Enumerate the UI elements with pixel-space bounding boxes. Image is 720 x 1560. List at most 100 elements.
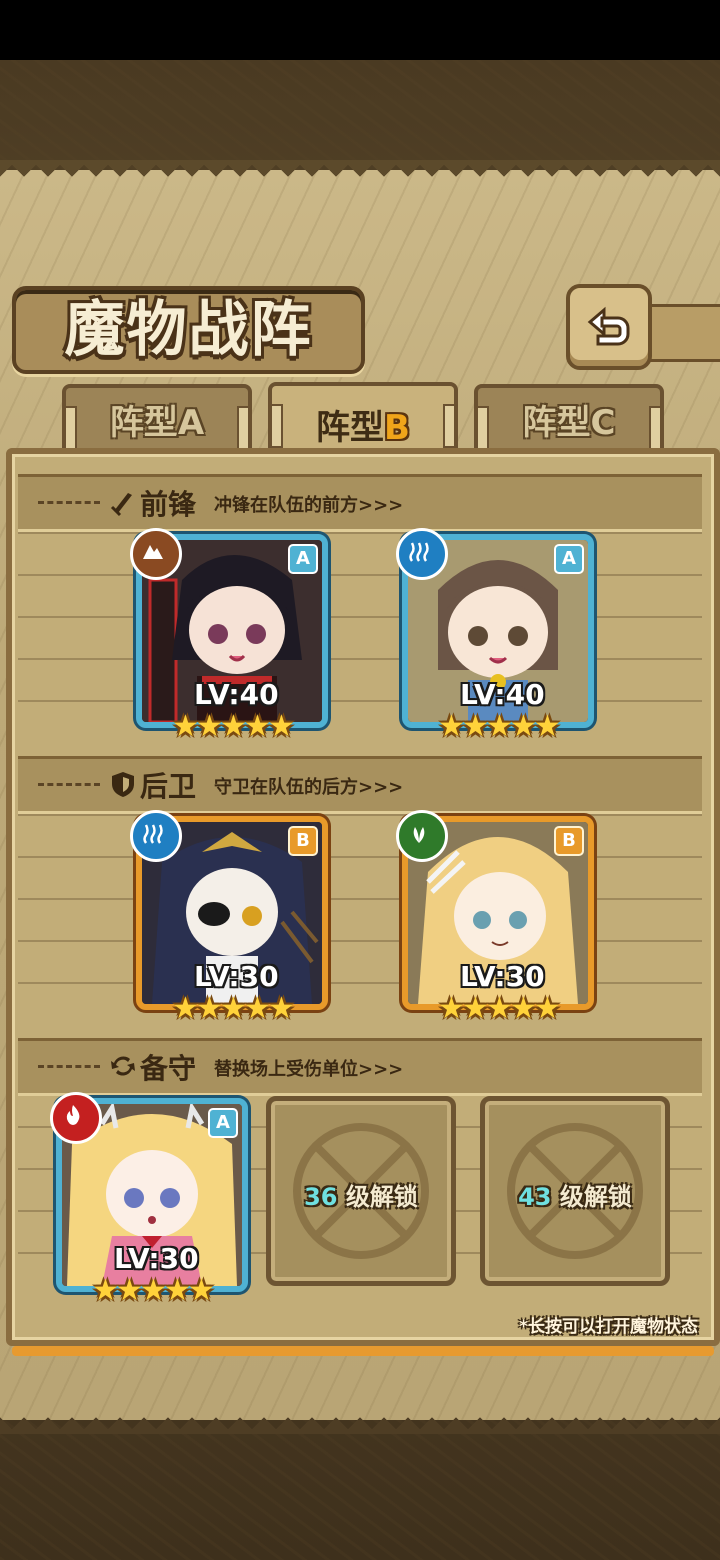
swap-icon: [111, 1056, 135, 1076]
star-icon: ★: [196, 709, 223, 744]
fire-icon: [66, 1105, 80, 1125]
tab-label-text: 阵型: [522, 403, 591, 443]
water-icon: [409, 542, 429, 562]
tab-label-text: 阵型: [109, 403, 178, 443]
locked-slot-1[interactable]: 36 级解锁: [266, 1096, 456, 1286]
section-reserve-header: 备守 替换场上受伤单位>>>: [18, 1038, 702, 1096]
star-rating: ★ ★ ★ ★ ★: [172, 709, 295, 746]
tab-letter: B: [384, 408, 410, 448]
unit-card-front-1[interactable]: A LV:40 ★ ★ ★ ★ ★: [130, 528, 328, 742]
star-icon: ★: [196, 991, 223, 1026]
star-icon: ★: [268, 991, 295, 1026]
star-icon: ★: [268, 709, 295, 744]
rank-badge: B: [554, 826, 584, 856]
unlock-level: 43: [518, 1183, 552, 1211]
locked-slot-2[interactable]: 43 级解锁: [480, 1096, 670, 1286]
unlock-requirement: 36 级解锁: [271, 1177, 451, 1212]
section-title: 备守: [140, 1052, 197, 1085]
unlock-label: 级解锁: [345, 1183, 418, 1211]
divider: [38, 501, 100, 504]
water-element-badge: [396, 528, 448, 580]
unit-level: LV:40: [194, 678, 279, 711]
tab-post: [443, 404, 456, 448]
star-icon: ★: [116, 1273, 143, 1308]
rank-badge: B: [288, 826, 318, 856]
star-icon: ★: [140, 1273, 167, 1308]
title-plate: 魔物战阵: [12, 286, 365, 374]
tab-letter: A: [177, 403, 205, 443]
unit-card-reserve-1[interactable]: A LV:30 ★ ★ ★ ★ ★: [50, 1092, 248, 1306]
water-element-badge: [130, 810, 182, 862]
rank-badge: A: [554, 544, 584, 574]
star-rating: ★ ★ ★ ★ ★: [92, 1273, 215, 1310]
star-icon: ★: [188, 1273, 215, 1308]
page-title: 魔物战阵: [64, 295, 313, 365]
shield-icon: [112, 772, 134, 797]
earth-icon: [143, 545, 163, 559]
unit-level: LV:30: [460, 960, 545, 993]
section-desc: 替换场上受伤单位>>>: [214, 1059, 404, 1080]
wind-element-badge: [396, 810, 448, 862]
front-row: [18, 530, 702, 742]
tab-label-text: 阵型: [316, 408, 385, 448]
unit-card-rear-1[interactable]: B LV:30 ★ ★ ★ ★ ★: [130, 810, 328, 1024]
torn-edge-bottom: [0, 1410, 720, 1434]
unlock-level: 36: [304, 1183, 338, 1211]
section-desc: 守卫在队伍的后方>>>: [214, 777, 404, 798]
tab-post: [649, 406, 662, 450]
star-icon: ★: [220, 991, 247, 1026]
star-icon: ★: [438, 709, 465, 744]
section-title: 前锋: [140, 488, 197, 521]
torn-edge-top: [0, 160, 720, 184]
unlock-requirement: 43 级解锁: [485, 1177, 665, 1212]
divider: [38, 783, 100, 786]
unit-level: LV:30: [194, 960, 279, 993]
star-icon: ★: [172, 991, 199, 1026]
back-button[interactable]: [566, 284, 652, 370]
star-rating: ★ ★ ★ ★ ★: [438, 991, 561, 1028]
star-icon: ★: [438, 991, 465, 1026]
star-rating: ★ ★ ★ ★ ★: [172, 991, 295, 1028]
unit-level: LV:30: [114, 1242, 199, 1275]
rear-row: [18, 812, 702, 1024]
section-title: 后卫: [140, 770, 197, 803]
rank-badge: A: [288, 544, 318, 574]
back-rail: [646, 304, 720, 362]
star-icon: ★: [164, 1273, 191, 1308]
tab-formation-c[interactable]: 阵型C: [474, 384, 664, 452]
star-icon: ★: [462, 991, 489, 1026]
long-press-hint: *长按可以打开魔物状态: [519, 1317, 698, 1337]
divider: [38, 1065, 100, 1068]
section-desc: 冲锋在队伍的前方>>>: [214, 495, 404, 516]
tab-post: [237, 406, 250, 450]
star-icon: ★: [172, 709, 199, 744]
rank-badge: A: [208, 1108, 238, 1138]
tab-letter: C: [590, 403, 616, 443]
star-icon: ★: [244, 991, 271, 1026]
unlock-label: 级解锁: [559, 1183, 632, 1211]
star-icon: ★: [486, 709, 513, 744]
star-rating: ★ ★ ★ ★ ★: [438, 709, 561, 746]
star-icon: ★: [92, 1273, 119, 1308]
star-icon: ★: [534, 991, 561, 1026]
unit-card-rear-2[interactable]: B LV:30 ★ ★ ★ ★ ★: [396, 810, 594, 1024]
wind-icon: [413, 827, 425, 843]
star-icon: ★: [510, 709, 537, 744]
star-icon: ★: [462, 709, 489, 744]
star-icon: ★: [534, 709, 561, 744]
water-icon: [143, 824, 163, 844]
star-icon: ★: [486, 991, 513, 1026]
sword-icon: [110, 493, 132, 517]
unit-level: LV:40: [460, 678, 545, 711]
earth-element-badge: [130, 528, 182, 580]
fire-element-badge: [50, 1092, 102, 1144]
unit-card-front-2[interactable]: A LV:40 ★ ★ ★ ★ ★: [396, 528, 594, 742]
section-front-header: 前锋 冲锋在队伍的前方>>>: [18, 474, 702, 532]
star-icon: ★: [510, 991, 537, 1026]
star-icon: ★: [244, 709, 271, 744]
star-icon: ★: [220, 709, 247, 744]
section-rear-header: 后卫 守卫在队伍的后方>>>: [18, 756, 702, 814]
return-arrow-icon: [587, 306, 630, 346]
tab-formation-a[interactable]: 阵型A: [62, 384, 252, 452]
status-bar: [0, 0, 720, 60]
